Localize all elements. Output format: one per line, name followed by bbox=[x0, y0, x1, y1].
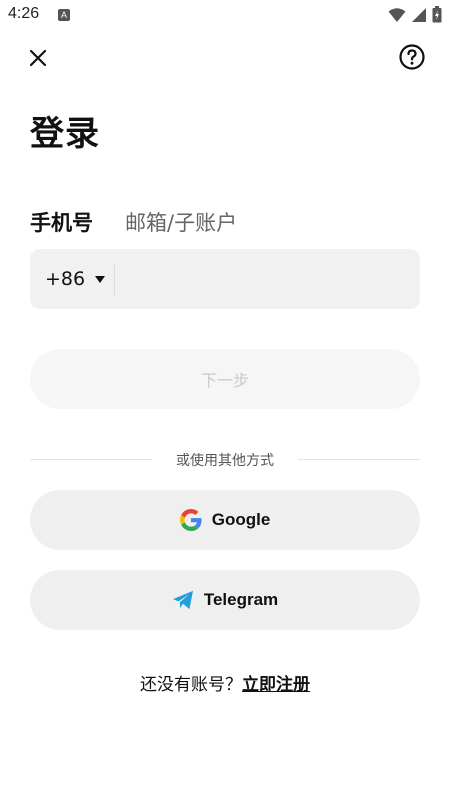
battery-icon bbox=[432, 6, 442, 23]
signup-link[interactable]: 立即注册 bbox=[242, 675, 310, 695]
tab-email-subaccount[interactable]: 邮箱/子账户 bbox=[125, 207, 237, 237]
login-method-tabs: 手机号 邮箱/子账户 bbox=[30, 205, 237, 239]
tab-phone[interactable]: 手机号 bbox=[30, 207, 93, 237]
help-icon bbox=[399, 44, 425, 70]
app-notification-icon: A bbox=[58, 9, 70, 21]
other-methods-divider: 或使用其他方式 bbox=[30, 448, 420, 472]
telegram-login-label: Telegram bbox=[203, 590, 279, 609]
status-bar: 4:26 A bbox=[0, 0, 450, 30]
field-divider bbox=[114, 265, 115, 295]
cellular-signal-icon bbox=[412, 7, 426, 22]
page-title: 登录 bbox=[30, 114, 100, 154]
country-code-label: +86 bbox=[45, 268, 86, 290]
country-code-selector[interactable]: +86 bbox=[45, 249, 106, 309]
signup-prompt: 还没有账号？ bbox=[140, 675, 242, 695]
status-time: 4:26 bbox=[8, 5, 40, 22]
help-button[interactable] bbox=[398, 43, 426, 71]
next-button[interactable]: 下一步 bbox=[30, 349, 420, 409]
signup-row: 还没有账号？立即注册 bbox=[0, 670, 450, 695]
google-login-label: Google bbox=[211, 510, 271, 529]
status-icons bbox=[388, 6, 442, 23]
telegram-login-button[interactable]: Telegram bbox=[30, 570, 420, 630]
telegram-logo-icon bbox=[172, 590, 193, 610]
divider-label: 或使用其他方式 bbox=[176, 453, 274, 469]
divider-line-right bbox=[298, 459, 420, 460]
phone-field: +86 bbox=[30, 249, 420, 309]
phone-input[interactable] bbox=[122, 259, 410, 299]
wifi-icon bbox=[388, 7, 406, 22]
top-bar bbox=[0, 38, 450, 78]
close-button[interactable] bbox=[24, 44, 52, 72]
close-icon bbox=[29, 49, 47, 67]
next-button-label: 下一步 bbox=[200, 371, 249, 390]
google-login-button[interactable]: Google bbox=[30, 490, 420, 550]
caret-down-icon bbox=[95, 275, 106, 283]
google-logo-icon bbox=[179, 509, 202, 531]
